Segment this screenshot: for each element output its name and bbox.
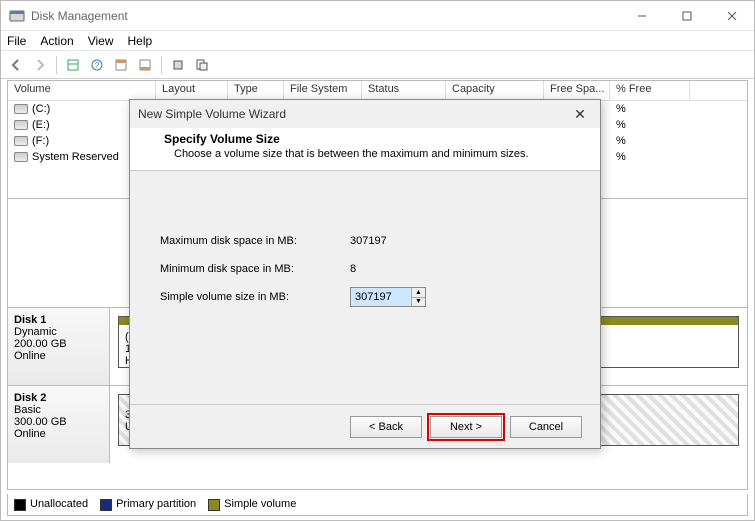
forward-icon[interactable]: [29, 54, 51, 76]
volume-size-spinner: ▲ ▼: [350, 287, 426, 307]
disk-name: Disk 2: [14, 392, 103, 404]
disk-status: Online: [14, 428, 103, 440]
col-capacity[interactable]: Capacity: [446, 81, 544, 100]
col-volume[interactable]: Volume: [8, 81, 156, 100]
window-title: Disk Management: [31, 9, 619, 23]
menu-help[interactable]: Help: [128, 34, 153, 48]
toolbar: ?: [1, 51, 754, 79]
disk-info[interactable]: Disk 1 Dynamic 200.00 GB Online: [8, 308, 110, 385]
disk-name: Disk 1: [14, 314, 103, 326]
col-freespace[interactable]: Free Spa...: [544, 81, 610, 100]
volume-icon: [14, 152, 28, 162]
disk-size: 200.00 GB: [14, 338, 103, 350]
disk-info[interactable]: Disk 2 Basic 300.00 GB Online: [8, 386, 110, 463]
menu-view[interactable]: View: [88, 34, 114, 48]
back-button[interactable]: < Back: [350, 416, 422, 438]
volume-size-label: Simple volume size in MB:: [160, 291, 350, 303]
close-button[interactable]: [709, 1, 754, 31]
menu-action[interactable]: Action: [40, 34, 73, 48]
col-layout[interactable]: Layout: [156, 81, 228, 100]
wizard-dialog: New Simple Volume Wizard ✕ Specify Volum…: [129, 99, 601, 449]
cancel-button[interactable]: Cancel: [510, 416, 582, 438]
volume-size-input[interactable]: [351, 288, 411, 306]
volume-icon: [14, 120, 28, 130]
max-space-value: 307197: [350, 235, 387, 247]
menu-file[interactable]: File: [7, 34, 26, 48]
dialog-heading: Specify Volume Size: [164, 132, 580, 146]
min-space-value: 8: [350, 263, 356, 275]
disk-status: Online: [14, 350, 103, 362]
col-type[interactable]: Type: [228, 81, 284, 100]
toolbar-icon-4[interactable]: [134, 54, 156, 76]
minimize-button[interactable]: [619, 1, 664, 31]
dialog-title: New Simple Volume Wizard: [138, 107, 568, 121]
toolbar-icon-5[interactable]: [167, 54, 189, 76]
dialog-footer: < Back Next > Cancel: [130, 404, 600, 448]
svg-text:?: ?: [95, 61, 100, 70]
next-button[interactable]: Next >: [430, 416, 502, 438]
app-icon: [9, 8, 25, 24]
dialog-body: Maximum disk space in MB: 307197 Minimum…: [130, 171, 600, 404]
table-header: Volume Layout Type File System Status Ca…: [8, 81, 747, 101]
window-buttons: [619, 1, 754, 31]
col-filesystem[interactable]: File System: [284, 81, 362, 100]
help-icon[interactable]: ?: [86, 54, 108, 76]
dialog-close-icon[interactable]: ✕: [568, 106, 592, 123]
legend-primary: Primary partition: [100, 498, 196, 510]
spinner-down-icon[interactable]: ▼: [412, 298, 425, 307]
dialog-subheading: Choose a volume size that is between the…: [174, 148, 580, 160]
maximize-button[interactable]: [664, 1, 709, 31]
col-pctfree[interactable]: % Free: [610, 81, 690, 100]
disk-size: 300.00 GB: [14, 416, 103, 428]
dialog-titlebar: New Simple Volume Wizard ✕: [130, 100, 600, 128]
toolbar-icon-3[interactable]: [110, 54, 132, 76]
volume-icon: [14, 136, 28, 146]
col-status[interactable]: Status: [362, 81, 446, 100]
spinner-up-icon[interactable]: ▲: [412, 288, 425, 298]
min-space-label: Minimum disk space in MB:: [160, 263, 350, 275]
back-icon[interactable]: [5, 54, 27, 76]
menubar: File Action View Help: [1, 31, 754, 51]
disk-kind: Dynamic: [14, 326, 103, 338]
legend-unallocated: Unallocated: [14, 498, 88, 510]
legend-simple: Simple volume: [208, 498, 296, 510]
dialog-header: Specify Volume Size Choose a volume size…: [130, 128, 600, 171]
toolbar-icon-1[interactable]: [62, 54, 84, 76]
titlebar: Disk Management: [1, 1, 754, 31]
max-space-label: Maximum disk space in MB:: [160, 235, 350, 247]
disk-kind: Basic: [14, 404, 103, 416]
volume-icon: [14, 104, 28, 114]
legend: Unallocated Primary partition Simple vol…: [7, 494, 748, 516]
properties-icon[interactable]: [191, 54, 213, 76]
